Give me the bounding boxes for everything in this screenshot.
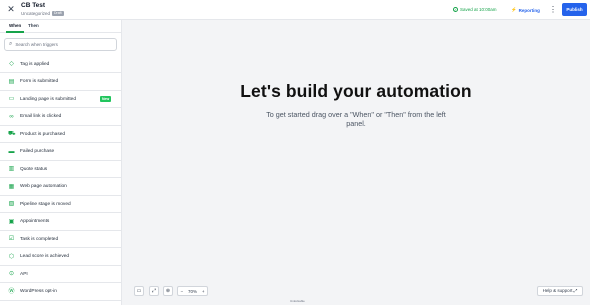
landing-page-icon: ▭	[8, 96, 15, 102]
sidebar-item-failed-purchase[interactable]: ▬ Failed purchase	[0, 144, 121, 161]
zoom-out-button[interactable]: −	[180, 289, 183, 294]
publish-button[interactable]: Publish	[562, 3, 587, 16]
sidebar-item-label: Appointments	[20, 219, 50, 224]
sidebar-item-task-completed[interactable]: ☑ Task is completed	[0, 231, 121, 248]
reporting-button[interactable]: ⚡ Reporting	[511, 7, 540, 13]
sidebar-item-pipeline-stage-moved[interactable]: ▧ Pipeline stage is moved	[0, 196, 121, 213]
minimap-icon[interactable]: ▭	[134, 286, 144, 296]
canvas-footer-text: Unlockable	[290, 299, 305, 303]
sidebar-item-label: Product is purchased	[20, 131, 66, 137]
task-icon: ☑	[8, 236, 15, 242]
search-box: ⌕	[4, 38, 117, 51]
sidebar-item-tag-applied[interactable]: ◇ Tag is applied	[0, 56, 121, 73]
sidebar-tabs: When Then	[0, 20, 121, 33]
sidebar-item-label: Tag is applied	[20, 61, 50, 67]
zoom-control: − 70% +	[177, 286, 208, 296]
category-label[interactable]: Uncategorized	[21, 11, 50, 16]
check-circle-icon: ✓	[453, 7, 458, 12]
pipeline-icon: ▧	[8, 201, 15, 207]
breadcrumb: Uncategorized Draft	[21, 11, 64, 16]
status-badge: Draft	[52, 11, 64, 16]
more-options-icon[interactable]: ⋮	[549, 4, 557, 15]
search-input[interactable]	[15, 42, 111, 47]
sidebar-item-web-page-automation[interactable]: ▦ Web page automation	[0, 179, 121, 196]
tab-when[interactable]: When	[9, 23, 21, 28]
form-icon: ▤	[8, 78, 15, 85]
api-icon: ⊙	[8, 271, 15, 277]
save-status: ✓ Saved at 10:00am	[453, 7, 497, 12]
expand-icon[interactable]: ⤢	[149, 286, 159, 296]
sidebar-item-product-purchased[interactable]: ⛟ Product is purchased	[0, 126, 121, 143]
sidebar-item-label: Landing page is submitted	[20, 96, 77, 102]
calendar-icon: ▣	[8, 218, 15, 225]
link-icon: ∞	[9, 113, 14, 120]
search-icon: ⌕	[9, 41, 13, 47]
web-page-icon: ▦	[8, 183, 15, 190]
sidebar-item-landing-page-submitted[interactable]: ▭ Landing page is submitted New	[0, 91, 121, 108]
sidebar-item-api[interactable]: ⊙ API	[0, 266, 121, 283]
close-icon[interactable]: ✕	[6, 4, 16, 14]
sidebar-item-appointments[interactable]: ▣ Appointments	[0, 214, 121, 231]
sidebar-item-form-submitted[interactable]: ▤ Form is submitted	[0, 74, 121, 91]
sidebar-item-quote-status[interactable]: ▥ Quote status	[0, 161, 121, 178]
page-title: CB Test	[21, 2, 46, 9]
sidebar-item-label: Pipeline stage is moved	[20, 201, 71, 207]
canvas-headline: Let's build your automation	[240, 81, 472, 101]
settings-icon[interactable]: ⊛	[163, 286, 173, 296]
top-bar: ✕ CB Test Uncategorized Draft ✓ Saved at…	[0, 0, 590, 20]
sidebar-item-label: Form is submitted	[20, 79, 59, 84]
sidebar-item-label: Web page automation	[20, 184, 67, 189]
sidebar-item-label: Quote status	[20, 166, 48, 172]
zoom-in-button[interactable]: +	[202, 289, 205, 294]
sidebar-item-label: WordPress opt-in	[20, 289, 57, 294]
sidebar-item-label: API	[20, 271, 28, 277]
card-icon: ▬	[8, 148, 15, 155]
sidebar-item-label: Email link is clicked	[20, 114, 62, 119]
reporting-label: Reporting	[518, 7, 540, 13]
canvas-instructions: To get started drag over a "When" or "Th…	[266, 110, 446, 128]
cart-icon: ⛟	[8, 131, 16, 137]
sidebar-item-label: Failed purchase	[20, 149, 55, 154]
saved-text: Saved at 10:00am	[460, 7, 497, 12]
sidebar-item-label: Task is completed	[20, 236, 59, 242]
quote-icon: ▥	[8, 166, 15, 172]
help-support-label: Help & support	[542, 288, 573, 293]
active-tab-indicator	[6, 31, 24, 33]
new-badge: New	[100, 96, 112, 102]
help-support-button[interactable]: Help & support ⤢	[537, 286, 583, 296]
tab-then[interactable]: Then	[28, 23, 39, 28]
sidebar-item-label: Lead score is achieved	[20, 254, 70, 259]
sidebar-item-wordpress-opt-in[interactable]: Ⓦ WordPress opt-in	[0, 284, 121, 301]
automation-canvas[interactable]: Let's build your automation To get start…	[122, 20, 590, 305]
lead-score-icon: ⬡	[8, 253, 15, 260]
expand-arrows-icon: ⤢	[573, 288, 578, 293]
trigger-sidebar: When Then ⌕ ◇ Tag is applied ▤ Form is s…	[0, 20, 122, 305]
tag-icon: ◇	[9, 61, 14, 67]
chart-icon: ⚡	[511, 7, 517, 12]
sidebar-item-email-link-clicked[interactable]: ∞ Email link is clicked	[0, 109, 121, 126]
wordpress-icon: Ⓦ	[8, 288, 15, 295]
sidebar-item-lead-score-achieved[interactable]: ⬡ Lead score is achieved	[0, 249, 121, 266]
zoom-level: 70%	[187, 288, 197, 294]
